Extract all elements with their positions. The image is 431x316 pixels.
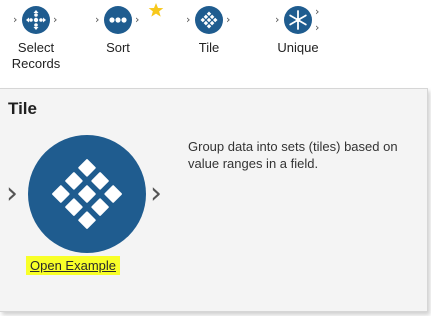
output-anchor-duplicate-icon: › <box>315 21 320 34</box>
tile-icon <box>195 6 223 34</box>
tool-palette: › › Select Records › › Sort › › Tile › ›… <box>0 0 431 84</box>
output-anchor-icon: › <box>226 13 231 26</box>
tool-label: Tile <box>173 40 245 56</box>
tool-label-text: Sort <box>106 40 130 55</box>
detail-icon-area: › › <box>6 135 168 253</box>
tool-label: Unique <box>262 40 334 56</box>
output-anchor-icon: › <box>135 13 140 26</box>
favorite-star-icon[interactable] <box>148 2 164 18</box>
tool-label-text: Tile <box>198 40 220 55</box>
open-example-link[interactable]: Open Example <box>26 256 120 275</box>
tool-label: Select Records <box>0 40 72 72</box>
tool-icon-wrap: › › <box>173 4 245 38</box>
tool-label-text: Unique <box>277 40 319 55</box>
tile-large-icon <box>28 135 146 253</box>
tool-detail-card: Tile › › Open Example Group data into se… <box>0 88 428 312</box>
tool-select-records[interactable]: › › Select Records <box>0 4 72 72</box>
input-anchor-icon: › <box>275 13 280 26</box>
detail-description: Group data into sets (tiles) based on va… <box>188 139 398 171</box>
tool-unique[interactable]: › › › Unique <box>262 4 334 56</box>
unique-icon <box>284 6 312 34</box>
sort-icon <box>104 6 132 34</box>
output-anchor-icon: › <box>53 13 58 26</box>
tool-icon-wrap: › › <box>82 4 154 38</box>
input-anchor-icon: › <box>13 13 18 26</box>
tool-icon-wrap: › › <box>0 4 72 38</box>
tool-tile[interactable]: › › Tile <box>173 4 245 56</box>
tool-icon-wrap: › › › <box>262 4 334 38</box>
tool-sort[interactable]: › › Sort <box>82 4 154 56</box>
input-anchor-icon: › <box>186 13 191 26</box>
output-anchor-unique-top-icon: › <box>315 5 320 18</box>
tool-label-text: Select Records <box>11 40 61 71</box>
input-anchor-icon: › <box>6 176 18 211</box>
select-records-icon <box>22 6 50 34</box>
tool-label: Sort <box>82 40 154 56</box>
input-anchor-icon: › <box>95 13 100 26</box>
output-anchor-icon: › <box>150 176 162 211</box>
detail-title: Tile <box>8 99 37 118</box>
